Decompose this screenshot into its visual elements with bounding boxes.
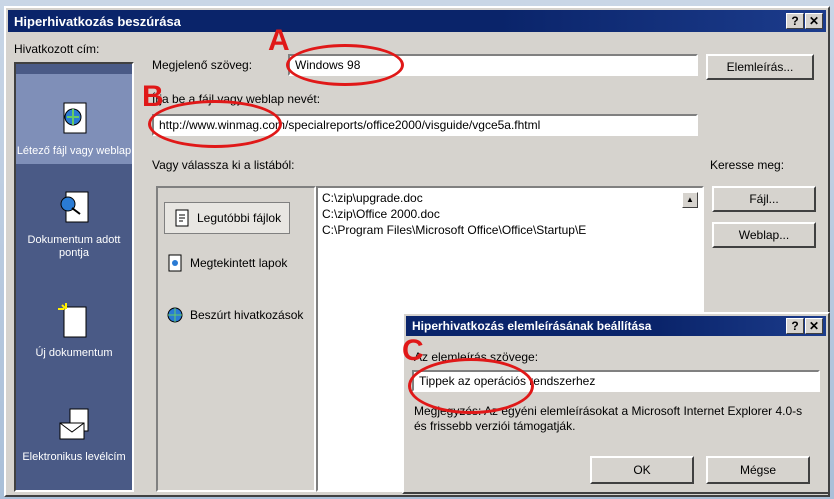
screentip-button[interactable]: Elemleírás... — [706, 54, 814, 80]
browse-for-label: Keresse meg: — [710, 158, 785, 172]
link-to-existing-file[interactable]: Létező fájl vagy weblap — [16, 74, 132, 164]
annotation-marker-b: B — [142, 80, 164, 113]
browse-file-button[interactable]: Fájl... — [712, 186, 816, 212]
ok-button[interactable]: OK — [590, 456, 694, 484]
browse-web-button[interactable]: Weblap... — [712, 222, 816, 248]
cancel-button[interactable]: Mégse — [706, 456, 810, 484]
web-page-icon — [63, 102, 87, 134]
link-to-label: Hivatkozott cím: — [14, 42, 100, 56]
browsed-pages-icon — [168, 254, 182, 272]
screentip-close-button[interactable]: ✕ — [805, 318, 823, 334]
list-item[interactable]: C:\zip\Office 2000.doc — [322, 206, 698, 222]
link-to-place-in-document[interactable]: Dokumentum adott pontja — [16, 176, 132, 266]
screentip-help-button[interactable]: ? — [786, 318, 804, 334]
display-text-label: Megjelenő szöveg: — [152, 58, 253, 72]
screentip-title: Hiperhivatkozás elemleírásának beállítás… — [412, 319, 652, 333]
annotation-ellipse-b — [148, 100, 282, 148]
link-to-pane: Létező fájl vagy weblap Dokumentum adott… — [14, 62, 134, 492]
document-place-icon — [60, 191, 89, 223]
recent-files-label: Legutóbbi fájlok — [197, 211, 282, 225]
annotation-marker-a: A — [268, 24, 290, 57]
new-document-icon — [58, 303, 87, 338]
list-item[interactable]: C:\Program Files\Microsoft Office\Office… — [322, 222, 698, 238]
annotation-ellipse-a — [286, 44, 404, 86]
list-category-pane: Legutóbbi fájlok Megtekintett lapok Besz… — [156, 186, 316, 492]
list-item[interactable]: C:\zip\upgrade.doc — [322, 190, 698, 206]
link-to-email[interactable]: Elektronikus levélcím — [16, 380, 132, 470]
browsed-pages-label: Megtekintett lapok — [190, 256, 288, 270]
help-button[interactable]: ? — [786, 13, 804, 29]
inserted-links-item[interactable]: Beszúrt hivatkozások — [166, 306, 306, 324]
annotation-marker-c: C — [402, 334, 424, 367]
globe-link-icon — [167, 307, 183, 323]
choose-from-list-label: Vagy válassza ki a listából: — [152, 158, 295, 172]
link-to-new-document-label: Új dokumentum — [35, 347, 113, 359]
inserted-links-label: Beszúrt hivatkozások — [190, 308, 304, 322]
dialog-titlebar: Hiperhivatkozás beszúrása ? ✕ — [8, 10, 826, 32]
link-to-new-document[interactable]: Új dokumentum — [16, 276, 132, 366]
link-to-place-label: Dokumentum adott pontja — [27, 234, 121, 259]
annotation-ellipse-c — [408, 358, 534, 414]
link-to-email-label: Elektronikus levélcím — [22, 451, 126, 463]
recent-files-icon — [175, 209, 189, 227]
browsed-pages-item[interactable]: Megtekintett lapok — [166, 254, 306, 272]
close-button[interactable]: ✕ — [805, 13, 823, 29]
screentip-titlebar: Hiperhivatkozás elemleírásának beállítás… — [406, 316, 826, 336]
scroll-up-arrow-icon[interactable]: ▲ — [682, 192, 698, 208]
dialog-title: Hiperhivatkozás beszúrása — [14, 13, 181, 29]
recent-files-item[interactable]: Legutóbbi fájlok — [164, 202, 291, 234]
link-to-existing-file-label: Létező fájl vagy weblap — [16, 145, 132, 157]
envelope-icon — [59, 408, 89, 440]
